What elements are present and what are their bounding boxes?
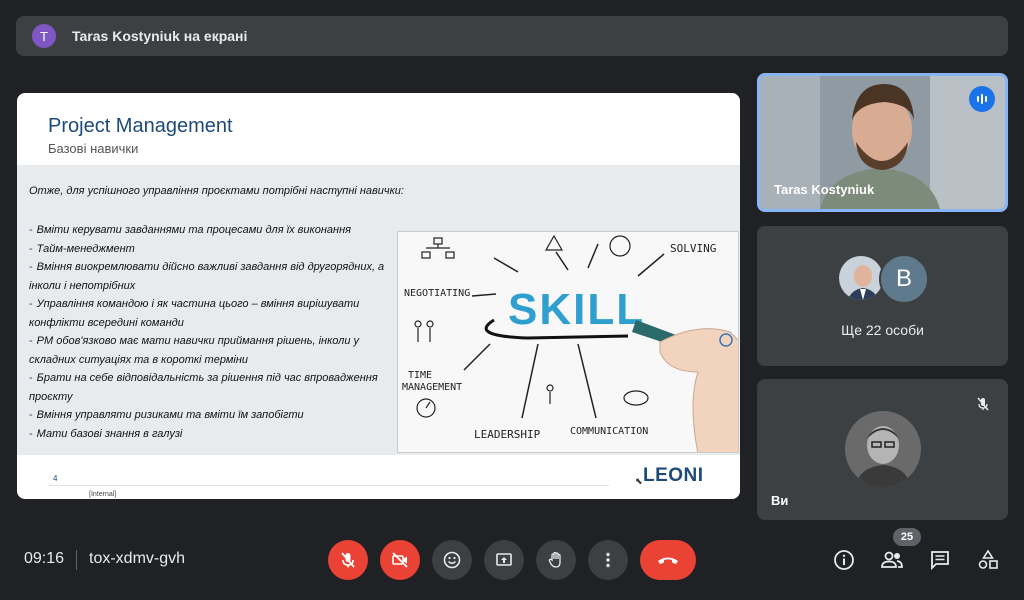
list-item: - Тайм-менеджмент [29, 242, 135, 255]
raise-hand-button[interactable] [536, 540, 576, 580]
avatar [845, 411, 921, 487]
mic-off-indicator [970, 391, 996, 417]
camera-toggle-button[interactable] [380, 540, 420, 580]
present-now-button[interactable] [484, 540, 524, 580]
slide-title: Project Management [48, 115, 233, 137]
list-item: - Управління командою і як частина цього … [29, 298, 360, 329]
presentation-banner: T Taras Kostyniuk на екрані [16, 16, 1008, 56]
company-logo: LEONI [643, 465, 704, 486]
list-item: - Брати на себе відповідальність за рішен… [29, 372, 378, 403]
avatar: B [879, 254, 929, 304]
emoji-icon [443, 551, 461, 569]
slide-footer-divider [49, 485, 609, 486]
chat-button[interactable] [926, 546, 954, 574]
management-word: MANAGEMENT [402, 382, 462, 393]
activities-icon [978, 549, 998, 569]
mouse-cursor-icon: ⬉ [635, 476, 643, 486]
negotiating-word: NEGOTIATING [404, 288, 470, 299]
slide-intro: Отже, для успішного управління проєктами… [29, 185, 404, 197]
presenter-video-tile[interactable]: Taras Kostyniuk [757, 73, 1008, 212]
skill-list: - Вміти керувати завданнями та процесами … [29, 221, 389, 443]
meeting-time: 09:16 [24, 550, 65, 567]
microphone-toggle-button[interactable] [328, 540, 368, 580]
self-name: Ви [771, 493, 789, 508]
list-item: - Вміння управляти ризиками та вміти їм з… [29, 409, 304, 421]
shared-slide: Project Management Базові навички Отже, … [17, 93, 740, 499]
reactions-button[interactable] [432, 540, 472, 580]
slide-body: Отже, для успішного управління проєктами… [17, 165, 740, 455]
mic-off-icon [977, 397, 989, 411]
activities-button[interactable] [974, 546, 1002, 574]
slide-subtitle: Базові навички [48, 141, 139, 156]
divider [76, 550, 77, 570]
communication-word: COMMUNICATION [570, 426, 648, 437]
camera-off-icon [392, 552, 408, 568]
meeting-code[interactable]: tox-xdmv-gvh [89, 550, 185, 568]
skill-illustration: SKILL NEGOTIATING SOLVING TIME MANAGEMEN… [397, 231, 739, 453]
participants-count-badge: 25 [893, 528, 921, 546]
slide-classification: [Internal] [89, 491, 117, 498]
people-icon [881, 551, 903, 568]
leadership-word: LEADERSHIP [474, 428, 541, 441]
people-button[interactable] [878, 546, 906, 574]
participant-avatars: B [837, 254, 929, 304]
skill-drawing: SKILL NEGOTIATING SOLVING TIME MANAGEMEN… [398, 232, 738, 452]
time-word: TIME [408, 370, 432, 381]
hand-icon [548, 551, 561, 568]
present-icon [496, 553, 512, 566]
speaking-indicator [969, 86, 995, 112]
call-end-icon [658, 557, 678, 564]
solving-word: SOLVING [670, 242, 716, 255]
mic-off-icon [341, 552, 355, 568]
chat-icon [931, 551, 949, 571]
slide-page-number: 4 [53, 474, 58, 483]
more-participants-label: Ще 22 особи [841, 322, 924, 338]
more-options-button[interactable] [588, 540, 628, 580]
list-item: - Вміти керувати завданнями та процесами … [29, 224, 352, 236]
banner-title: Taras Kostyniuk на екрані [72, 28, 248, 44]
skill-word: SKILL [508, 285, 645, 334]
list-item: - Вміння виокремлювати дійсно важливі зав… [29, 261, 385, 292]
presenter-avatar: T [32, 24, 56, 48]
avatar [837, 254, 885, 302]
meeting-details-button[interactable] [830, 546, 858, 574]
self-video-tile[interactable]: Ви [757, 379, 1008, 520]
info-icon [834, 550, 854, 570]
more-participants-tile[interactable]: B Ще 22 особи [757, 226, 1008, 366]
more-vert-icon [606, 552, 610, 568]
speaking-icon [977, 94, 987, 104]
list-item: - Мати базові знання в галузі [29, 427, 183, 440]
presenter-name: Taras Kostyniuk [774, 182, 875, 197]
list-item: - PM обов'язково має мати навички прийман… [29, 335, 360, 366]
leave-call-button[interactable] [640, 540, 696, 580]
